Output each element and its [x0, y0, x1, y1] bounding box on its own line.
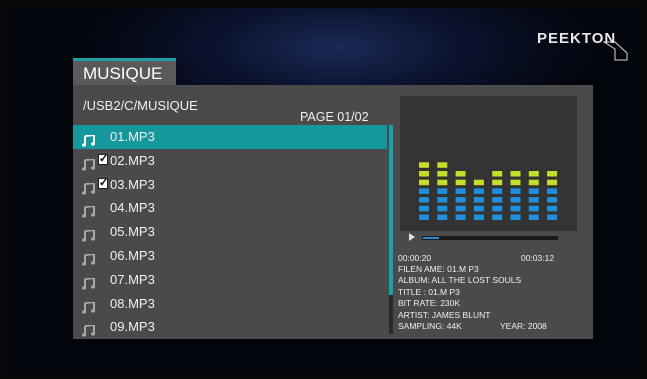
equalizer-segment	[528, 197, 539, 203]
file-name: 07.MP3	[110, 271, 155, 287]
file-row[interactable]: ✓ 03.MP3	[73, 173, 387, 197]
equalizer-segment	[437, 162, 448, 168]
music-note-icon	[82, 274, 95, 290]
equalizer-segment	[510, 205, 521, 212]
equalizer-segment	[473, 205, 484, 212]
equalizer-segment	[437, 171, 448, 177]
equalizer-segment	[437, 179, 448, 186]
equalizer-segment	[455, 205, 466, 212]
file-name: 04.MP3	[110, 200, 155, 216]
equalizer-segment	[492, 171, 503, 177]
info-sampling: SAMPLING: 44K	[398, 321, 462, 331]
play-triangle-icon[interactable]	[408, 233, 416, 241]
equalizer-segment	[547, 214, 558, 220]
file-name: 05.MP3	[110, 224, 155, 240]
elapsed-time: 00:00:20	[398, 253, 432, 263]
music-note-icon	[82, 155, 95, 171]
equalizer-segment	[492, 205, 503, 212]
music-note-icon	[82, 250, 95, 266]
checkbox-icon[interactable]: ✓	[98, 153, 108, 165]
equalizer-segment	[437, 214, 448, 220]
equalizer-segment	[547, 205, 558, 212]
page-indicator: PAGE 01/02	[300, 110, 369, 124]
equalizer-segment	[419, 171, 429, 177]
equalizer-segment	[419, 179, 429, 186]
music-note-icon	[82, 202, 95, 218]
folder-path: /USB2/C/MUSIQUE	[83, 98, 198, 113]
equalizer-segment	[473, 179, 484, 186]
equalizer-segment	[419, 162, 429, 168]
file-row[interactable]: 01.MP3	[73, 125, 387, 149]
file-row[interactable]: 08.MP3	[73, 292, 387, 316]
equalizer-segment	[419, 214, 429, 220]
file-name: 08.MP3	[110, 295, 155, 311]
equalizer-segment	[547, 171, 558, 177]
equalizer-segment	[547, 197, 558, 203]
equalizer-segment	[547, 179, 558, 186]
file-name: 01.MP3	[110, 129, 155, 144]
equalizer-segment	[455, 171, 466, 177]
music-note-icon	[82, 179, 95, 195]
equalizer-segment	[455, 179, 466, 186]
equalizer-segment	[473, 214, 484, 220]
info-album: ALBUM: ALL THE LOST SOULS	[398, 275, 522, 285]
equalizer-segment	[528, 179, 539, 186]
equalizer-segment	[473, 188, 484, 194]
tv-screen: PEEKTON MUSIQUE /USB2/C/MUSIQUE PAGE 01/…	[0, 0, 647, 379]
info-bitrate: BIT RATE: 230K	[398, 298, 461, 308]
progress-track[interactable]	[422, 236, 558, 240]
equalizer-segment	[528, 188, 539, 194]
music-note-icon	[82, 226, 95, 242]
music-note-icon	[82, 131, 95, 147]
equalizer-segment	[455, 197, 466, 203]
equalizer-segment	[528, 214, 539, 220]
equalizer-visualizer	[400, 96, 577, 231]
equalizer-segment	[528, 171, 539, 177]
music-note-icon	[82, 321, 95, 337]
equalizer-segment	[528, 205, 539, 212]
equalizer-segment	[510, 197, 521, 203]
tab-musique[interactable]: MUSIQUE	[73, 58, 176, 85]
logo-mark-icon	[603, 41, 628, 61]
equalizer-segment	[510, 171, 521, 177]
equalizer-segment	[510, 179, 521, 186]
equalizer-segment	[419, 188, 429, 194]
equalizer-segment	[455, 188, 466, 194]
file-row[interactable]: 07.MP3	[73, 268, 387, 292]
file-name: 03.MP3	[110, 176, 155, 192]
equalizer-segment	[492, 188, 503, 194]
equalizer-segment	[492, 197, 503, 203]
equalizer-segment	[437, 197, 448, 203]
info-filename: FILEN AME: 01.M P3	[398, 264, 479, 274]
equalizer-segment	[455, 214, 466, 220]
equalizer-segment	[492, 179, 503, 186]
equalizer-segment	[437, 188, 448, 194]
file-row[interactable]: 09.MP3	[73, 315, 387, 339]
equalizer-segment	[510, 214, 521, 220]
file-row[interactable]: 06.MP3	[73, 244, 387, 268]
file-row[interactable]: 04.MP3	[73, 196, 387, 220]
equalizer-segment	[510, 188, 521, 194]
equalizer-segment	[492, 214, 503, 220]
total-duration: 00:03:12	[521, 253, 555, 263]
file-row[interactable]: ✓ 02.MP3	[73, 149, 387, 173]
info-title: TITLE : 01.M P3	[398, 287, 460, 297]
file-name: 06.MP3	[110, 247, 155, 263]
info-artist: ARTIST: JAMES BLUNT	[398, 310, 491, 320]
info-year: YEAR: 2008	[500, 321, 547, 331]
scrollbar-thumb[interactable]	[389, 125, 393, 295]
equalizer-segment	[419, 205, 429, 212]
equalizer-segment	[547, 188, 558, 194]
music-note-icon	[82, 298, 95, 314]
file-list: 01.MP3 ✓ 02.MP3 ✓ 03.MP3 04.MP3 05.MP3 06.MP3 07…	[73, 125, 387, 339]
file-name: 02.MP3	[110, 152, 155, 168]
checkbox-icon[interactable]: ✓	[98, 177, 108, 189]
equalizer-segment	[419, 197, 429, 203]
file-row[interactable]: 05.MP3	[73, 220, 387, 244]
file-name: 09.MP3	[110, 319, 155, 335]
equalizer-segment	[473, 197, 484, 203]
progress-fill	[423, 237, 439, 239]
equalizer-segment	[437, 205, 448, 212]
